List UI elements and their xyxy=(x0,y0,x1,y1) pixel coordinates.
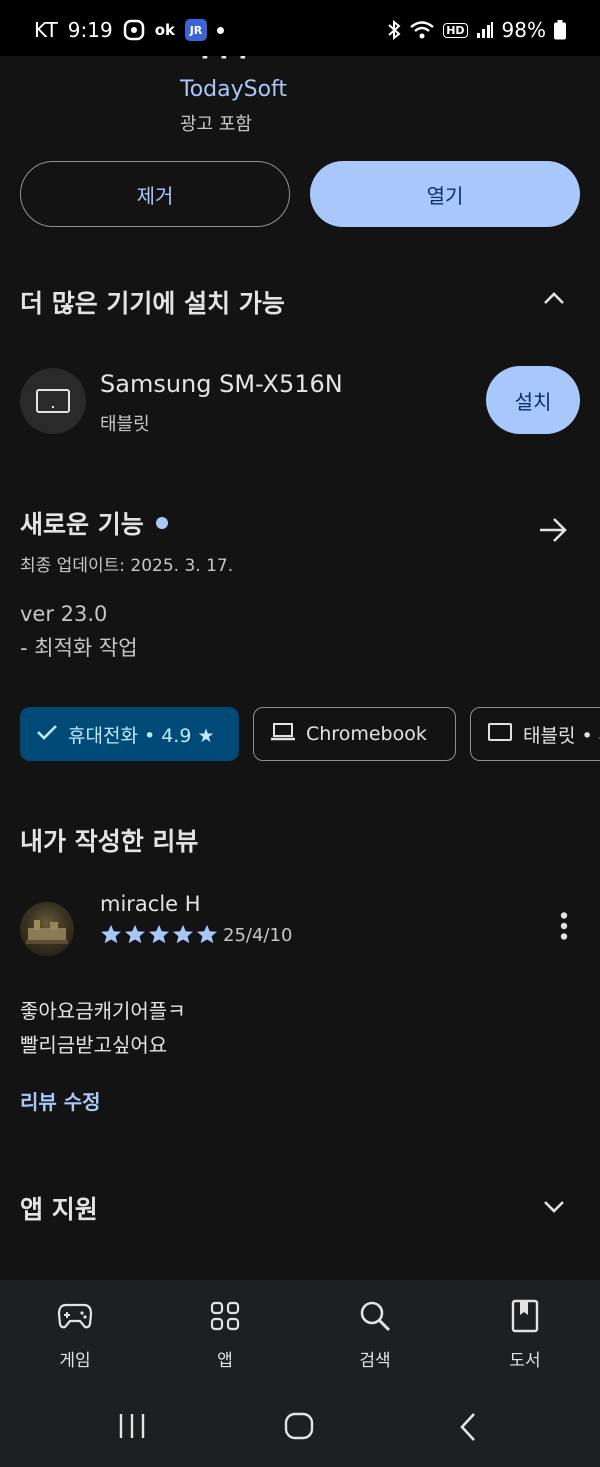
review-text-line: 빨리금받고싶어요 xyxy=(20,1033,168,1057)
gamepad-icon xyxy=(57,1298,93,1334)
signal-icon xyxy=(476,21,494,39)
nav-books[interactable]: 도서 xyxy=(450,1280,600,1392)
carrier: KT xyxy=(34,18,58,42)
app-support-title[interactable]: 앱 지원 xyxy=(20,1190,98,1226)
more-devices-title: 더 많은 기기에 설치 가능 xyxy=(20,289,285,318)
bottom-navigation: 게임 앱 검색 도서 xyxy=(0,1280,600,1392)
home-icon[interactable] xyxy=(284,1412,314,1440)
chip-chromebook-label: Chromebook xyxy=(306,723,427,745)
chip-tablet[interactable]: 태블릿 • 4 xyxy=(470,707,600,761)
review-date: 25/4/10 xyxy=(223,925,293,946)
reviewer-name: miracle H xyxy=(100,892,201,916)
notification-app-icon xyxy=(123,19,145,41)
nav-games-label: 게임 xyxy=(59,1351,91,1371)
check-icon xyxy=(36,723,58,746)
uninstall-button[interactable]: 제거 xyxy=(20,161,290,227)
whats-new-title-line: 새로운 기능 xyxy=(20,505,580,541)
install-button[interactable]: 설치 xyxy=(486,366,580,434)
star-icon xyxy=(197,924,217,944)
nav-apps-label: 앱 xyxy=(217,1351,233,1371)
chevron-down-icon[interactable] xyxy=(542,1199,566,1219)
back-icon[interactable] xyxy=(456,1412,480,1442)
new-indicator-dot xyxy=(155,517,168,529)
battery-percent: 98% xyxy=(501,18,546,42)
device-name: Samsung SM-X516N xyxy=(100,370,343,398)
battery-icon xyxy=(554,20,566,40)
chevron-up-icon[interactable] xyxy=(542,290,566,310)
chip-phone[interactable]: 휴대전화 • 4.9 ★ xyxy=(20,707,239,761)
action-buttons: 제거 열기 xyxy=(20,161,580,227)
play-store-app-detail: KT 9:19 ok JR HD 98% · · xyxy=(0,0,600,1467)
review-header: miracle H 25/4/10 xyxy=(20,888,580,958)
chip-phone-label: 휴대전화 • 4.9 ★ xyxy=(68,724,215,747)
more-vert-icon[interactable] xyxy=(560,912,568,944)
whats-new-header[interactable]: 새로운 기능 최종 업데이트: 2025. 3. 17. xyxy=(20,505,580,576)
whats-new-title: 새로운 기능 xyxy=(20,510,144,539)
app-title-clipped: · · · xyxy=(0,56,600,68)
status-bar: KT 9:19 ok JR HD 98% xyxy=(0,0,600,56)
clock: 9:19 xyxy=(67,18,113,42)
wifi-icon xyxy=(409,20,435,40)
nav-games[interactable]: 게임 xyxy=(0,1280,150,1392)
star-rating xyxy=(100,924,218,944)
review-text: 좋아요금캐기어플ㅋ 빨리금받고싶어요 xyxy=(20,994,186,1062)
recent-apps-icon[interactable] xyxy=(117,1412,147,1440)
status-right: HD 98% xyxy=(387,18,566,42)
ok-notification-icon: ok xyxy=(154,21,175,39)
release-notes: ver 23.0 - 최적화 작업 xyxy=(20,597,138,665)
device-type: 태블릿 xyxy=(100,414,150,435)
more-notifications-dot xyxy=(216,26,224,34)
search-icon xyxy=(359,1298,391,1334)
edit-review-link[interactable]: 리뷰 수정 xyxy=(20,1086,101,1115)
arrow-right-icon[interactable] xyxy=(538,517,568,547)
apps-grid-icon xyxy=(210,1298,240,1334)
jr-notification-icon: JR xyxy=(184,19,207,41)
book-icon xyxy=(511,1298,539,1334)
last-updated: 최종 업데이트: 2025. 3. 17. xyxy=(20,556,234,576)
chip-chromebook[interactable]: Chromebook xyxy=(253,707,456,761)
system-navigation-bar xyxy=(0,1392,600,1467)
my-review-title: 내가 작성한 리뷰 xyxy=(20,827,199,856)
ads-note: 광고 포함 xyxy=(180,114,252,135)
device-item: Samsung SM-X516N 태블릿 설치 xyxy=(20,366,580,436)
review-text-line: 좋아요금캐기어플ㅋ xyxy=(20,999,186,1023)
laptop-icon xyxy=(270,722,296,747)
star-icon xyxy=(125,924,145,944)
star-icon xyxy=(149,924,169,944)
tablet-chip-icon xyxy=(487,722,513,747)
star-icon xyxy=(173,924,193,944)
developer-link[interactable]: TodaySoft xyxy=(180,77,287,102)
bluetooth-icon xyxy=(387,20,401,40)
nav-apps[interactable]: 앱 xyxy=(150,1280,300,1392)
tablet-icon xyxy=(20,368,86,434)
nav-search-label: 검색 xyxy=(359,1351,391,1371)
status-left: KT 9:19 ok JR xyxy=(34,18,224,42)
hd-voice-icon: HD xyxy=(443,22,468,38)
star-icon xyxy=(101,924,121,944)
version-line: ver 23.0 xyxy=(20,602,108,626)
device-filter-chips: 휴대전화 • 4.9 ★ Chromebook 태블릿 • 4 xyxy=(20,707,600,761)
open-button[interactable]: 열기 xyxy=(310,161,580,227)
chip-tablet-label: 태블릿 • 4 xyxy=(523,724,600,747)
nav-books-label: 도서 xyxy=(509,1351,541,1371)
avatar xyxy=(20,902,74,956)
nav-search[interactable]: 검색 xyxy=(300,1280,450,1392)
notes-line: - 최적화 작업 xyxy=(20,636,138,660)
